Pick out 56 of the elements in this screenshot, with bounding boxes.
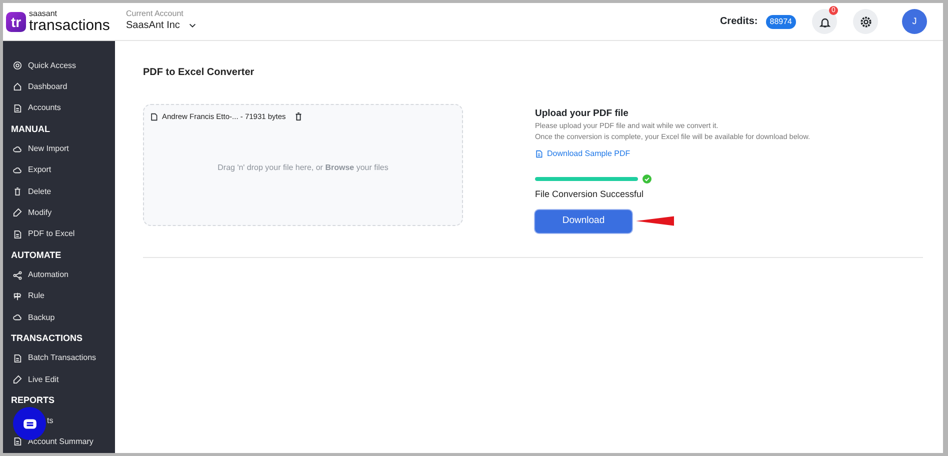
sample-pdf-link[interactable]: Download Sample PDF [535, 148, 630, 160]
credits-label: Credits: [720, 15, 758, 29]
sidebar-item[interactable]: Delete [11, 180, 115, 202]
sidebar-item[interactable]: Backup [11, 306, 115, 328]
sidebar-item[interactable]: Export [11, 160, 115, 181]
sidebar-item[interactable]: Account Summary [11, 431, 115, 452]
account-name: SaasAnt Inc [126, 19, 180, 34]
sidebar-item[interactable]: New Import [11, 138, 115, 160]
document-icon [13, 230, 22, 239]
sidebar-item[interactable]: PDF to Excel [11, 224, 115, 245]
credits-badge: 88974 [766, 14, 796, 28]
signpost-icon [13, 292, 22, 301]
sidebar-section-title: TRANSACTIONS [11, 332, 84, 346]
trash-icon [13, 187, 22, 196]
brand-name: transactions [29, 18, 110, 33]
user-avatar[interactable]: J [902, 9, 927, 34]
target-icon [13, 61, 22, 70]
cloud-icon [13, 166, 22, 175]
account-label: Current Account [126, 10, 184, 18]
sidebar-item[interactable]: Live Edit [11, 369, 115, 390]
cloud-icon [13, 144, 22, 154]
chat-button[interactable] [13, 407, 46, 440]
pen-icon [13, 375, 22, 384]
sidebar-section-title: MANUAL [11, 122, 51, 136]
sidebar-item[interactable]: Accounts [11, 98, 115, 119]
home-icon [13, 82, 22, 92]
document-icon [13, 354, 22, 363]
sidebar-item[interactable]: ts [47, 414, 54, 426]
cloud-icon [13, 313, 22, 322]
status-text: File Conversion Successful [535, 188, 645, 202]
brand-subtitle: saasant [29, 10, 58, 18]
page-title: PDF to Excel Converter [143, 66, 256, 80]
sidebar-section-title: REPORTS [11, 394, 56, 408]
sidebar-item[interactable]: Automation [11, 264, 115, 286]
file-icon [150, 112, 158, 121]
check-icon [642, 174, 652, 184]
document-icon [13, 437, 22, 446]
delete-icon [294, 112, 303, 122]
upload-title: Upload your PDF file [535, 107, 630, 121]
sidebar-item[interactable]: Modify [11, 202, 115, 224]
logo-icon: tr [6, 12, 26, 32]
bell-icon [818, 16, 830, 28]
sidebar-section-title: AUTOMATE [11, 248, 62, 262]
settings-button[interactable] [853, 9, 878, 34]
download-button[interactable]: Download [535, 210, 632, 233]
sidebar-item[interactable]: Batch Transactions [11, 348, 115, 370]
arrow-icon [636, 215, 674, 228]
settings-icon [860, 16, 872, 28]
pen-icon [13, 208, 22, 218]
dropzone-hint: Drag 'n' drop your file here, or Browse your files [216, 162, 390, 174]
document-icon [13, 104, 22, 113]
sidebar-item[interactable]: Dashboard [11, 76, 115, 98]
document-icon [535, 150, 543, 158]
share-icon [13, 270, 22, 280]
sidebar-item[interactable]: Rule [11, 286, 115, 307]
sidebar-item[interactable]: Quick Access [11, 55, 115, 76]
